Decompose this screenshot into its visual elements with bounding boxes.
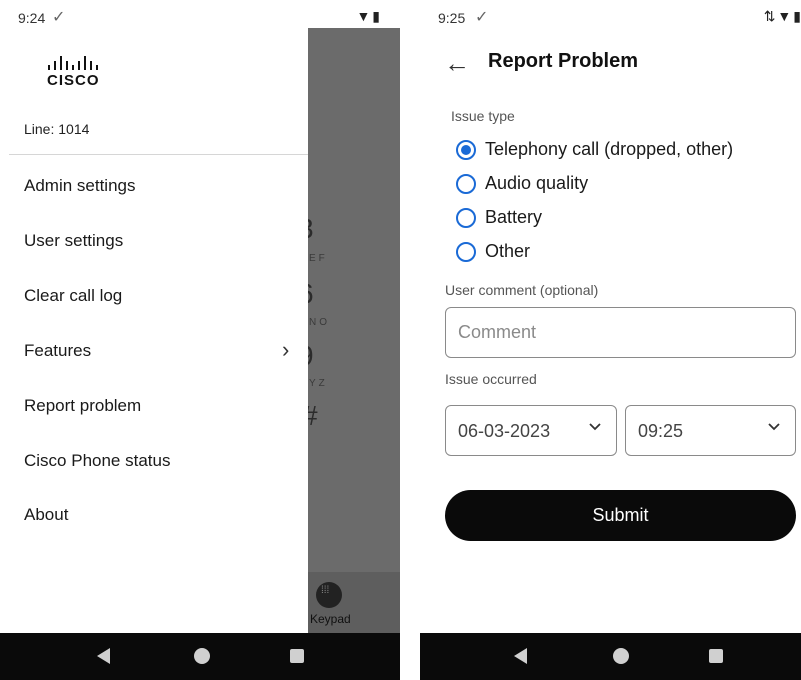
- recents-nav-icon[interactable]: [290, 649, 304, 663]
- issue-occurred-label: Issue occurred: [445, 371, 537, 387]
- back-arrow-icon[interactable]: ←: [444, 48, 470, 79]
- menu-item-cisco-phone-status[interactable]: Cisco Phone status: [0, 436, 308, 484]
- submit-button[interactable]: Submit: [445, 490, 796, 541]
- menu-item-label: Admin settings: [24, 176, 136, 195]
- background-key-letters: YZ: [309, 378, 328, 389]
- check-icon: ✓: [52, 9, 66, 26]
- system-nav-bar: [0, 633, 400, 680]
- time-select[interactable]: 09:25: [625, 405, 796, 456]
- check-icon: ✓: [475, 9, 489, 26]
- right-phone-screen: 9:25 ✓ ⇅▼▮ ← Report Problem Issue type T…: [420, 0, 801, 680]
- home-nav-icon[interactable]: [194, 648, 210, 664]
- dimmed-background[interactable]: [308, 28, 400, 633]
- wifi-battery-icon: ▼▮: [356, 8, 382, 24]
- status-time: 9:24: [18, 10, 46, 26]
- menu-item-features[interactable]: Features ›: [0, 326, 308, 374]
- comment-input[interactable]: [445, 307, 796, 358]
- left-phone-screen: 9:24 ✓ ▼▮ 3 EF 6 NO 9 YZ # Keypad CISCO …: [0, 0, 400, 680]
- status-bar: 9:25 ✓ ⇅▼▮: [420, 0, 801, 36]
- chevron-right-icon: ›: [282, 337, 290, 362]
- home-nav-icon[interactable]: [613, 648, 629, 664]
- back-nav-icon[interactable]: [514, 648, 527, 664]
- cisco-logo-text: CISCO: [47, 72, 100, 89]
- user-comment-label: User comment (optional): [445, 282, 599, 298]
- menu-item-label: About: [24, 505, 69, 524]
- status-time: 9:25: [438, 10, 466, 26]
- chevron-down-icon: [589, 423, 601, 431]
- background-key-letters: EF: [309, 253, 328, 264]
- radio-label: Battery: [485, 207, 543, 227]
- menu-item-report-problem[interactable]: Report problem: [0, 381, 308, 429]
- keypad-label: Keypad: [310, 612, 351, 626]
- back-nav-icon[interactable]: [97, 648, 110, 664]
- background-key-letters: NO: [309, 317, 330, 328]
- radio-button[interactable]: [456, 174, 476, 194]
- keypad-icon: [316, 582, 342, 608]
- system-nav-bar: [420, 633, 801, 680]
- menu-item-admin-settings[interactable]: Admin settings: [0, 161, 308, 209]
- signal-wifi-battery-icon: ⇅▼▮: [763, 8, 801, 24]
- radio-button[interactable]: [456, 242, 476, 262]
- cisco-logo: CISCO: [47, 56, 127, 92]
- menu-item-label: Features: [24, 341, 92, 360]
- menu-item-label: Clear call log: [24, 286, 123, 305]
- menu-item-label: User settings: [24, 231, 124, 250]
- menu-item-about[interactable]: About: [0, 490, 308, 538]
- navigation-drawer: CISCO Line: 1014 Admin settings User set…: [0, 28, 308, 633]
- radio-label: Audio quality: [485, 173, 589, 193]
- line-label: Line: 1014: [24, 121, 90, 137]
- radio-label: Other: [485, 241, 531, 261]
- divider: [9, 154, 308, 155]
- menu-item-label: Cisco Phone status: [24, 451, 171, 470]
- page-title: Report Problem: [488, 50, 639, 72]
- radio-button[interactable]: [456, 208, 476, 228]
- chevron-down-icon: [768, 423, 780, 431]
- radio-button-selected[interactable]: [456, 140, 476, 160]
- date-value: 06-03-2023: [458, 421, 551, 441]
- menu-item-user-settings[interactable]: User settings: [0, 216, 308, 264]
- date-select[interactable]: 06-03-2023: [445, 405, 617, 456]
- recents-nav-icon[interactable]: [709, 649, 723, 663]
- menu-item-clear-call-log[interactable]: Clear call log: [0, 271, 308, 319]
- radio-label: Telephony call (dropped, other): [485, 139, 734, 159]
- issue-type-label: Issue type: [451, 108, 515, 124]
- menu-item-label: Report problem: [24, 396, 142, 415]
- time-value: 09:25: [638, 421, 684, 441]
